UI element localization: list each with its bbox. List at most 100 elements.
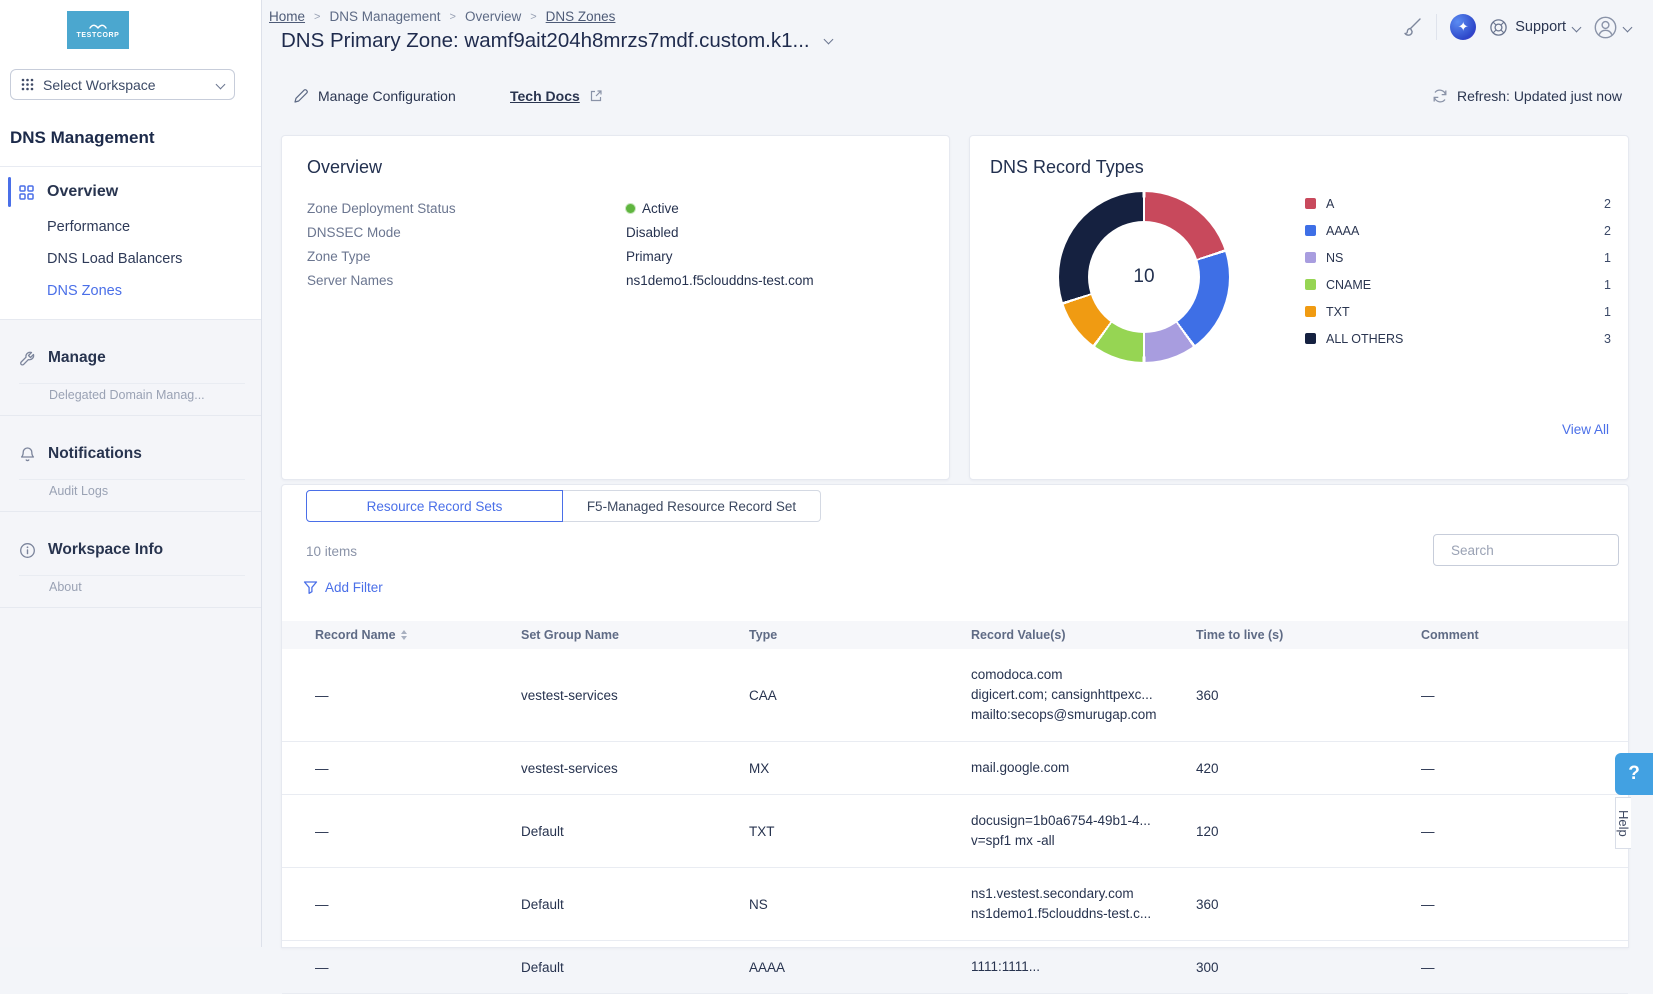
legend-swatch	[1305, 225, 1316, 236]
field-zone-type: Zone Type Primary	[282, 244, 949, 268]
ai-assistant-button[interactable]: ✦	[1450, 14, 1476, 40]
manage-configuration-button[interactable]: Manage Configuration	[293, 88, 456, 104]
help-tab[interactable]: Help	[1615, 797, 1631, 849]
sidebar-item-sublabel: Audit Logs	[49, 484, 245, 498]
tab-resource-record-sets[interactable]: Resource Record Sets	[306, 490, 563, 522]
column-header-record-name[interactable]: Record Name	[315, 628, 521, 642]
cell-record-name: —	[315, 761, 521, 776]
cell-set-group-name: Default	[521, 960, 749, 975]
add-filter-button[interactable]: Add Filter	[303, 580, 383, 595]
legend-item-cname[interactable]: CNAME1	[1305, 271, 1611, 298]
legend-count: 1	[1604, 305, 1611, 319]
cell-record-name: —	[315, 688, 521, 703]
breadcrumb-item[interactable]: DNS Management	[329, 9, 440, 24]
logo-text: TESTCORP	[77, 32, 120, 39]
legend-item-all-others[interactable]: ALL OTHERS3	[1305, 325, 1611, 352]
bird-logo-icon	[88, 22, 108, 30]
legend-item-a[interactable]: A2	[1305, 190, 1611, 217]
cell-ttl: 360	[1196, 897, 1421, 912]
search-input[interactable]	[1451, 543, 1628, 558]
column-header-set-group-name: Set Group Name	[521, 628, 749, 642]
refresh-icon	[1432, 88, 1448, 104]
user-menu[interactable]	[1593, 15, 1631, 40]
cell-comment: —	[1421, 897, 1628, 912]
chevron-down-icon	[216, 80, 226, 90]
overview-grid-icon	[19, 185, 34, 200]
sidebar-item-notifications[interactable]: Notifications Audit Logs	[0, 415, 261, 511]
cell-comment: —	[1421, 824, 1628, 839]
column-header-comment: Comment	[1421, 628, 1628, 642]
cell-record-values: 1111:1111...	[971, 957, 1196, 977]
sidebar: TESTCORP Select Workspace DNS Management…	[0, 0, 262, 947]
legend-count: 1	[1604, 251, 1611, 265]
cell-comment: —	[1421, 761, 1628, 776]
cell-record-values: comodoca.comdigicert.com; cansignhttpexc…	[971, 665, 1196, 725]
sidebar-item-overview[interactable]: Overview	[0, 173, 261, 211]
cell-record-values: ns1.vestest.secondary.comns1demo1.f5clou…	[971, 884, 1196, 924]
page-title: DNS Primary Zone: wamf9ait204h8mrzs7mdf.…	[281, 29, 832, 53]
breadcrumb-separator: >	[530, 11, 536, 23]
cell-record-name: —	[315, 824, 521, 839]
legend-swatch	[1305, 306, 1316, 317]
sidebar-item-dns-load-balancers[interactable]: DNS Load Balancers	[0, 243, 261, 275]
legend-count: 2	[1604, 224, 1611, 238]
table-row[interactable]: —vestest-servicesMXmail.google.com420—	[282, 742, 1628, 795]
bell-icon	[19, 446, 36, 463]
support-menu[interactable]: Support	[1489, 18, 1580, 37]
tab-f5-managed-resource-record-set[interactable]: F5-Managed Resource Record Set	[563, 490, 821, 522]
overview-card-title: Overview	[307, 157, 949, 178]
cell-type: TXT	[749, 824, 971, 839]
help-question-button[interactable]: ?	[1615, 753, 1653, 795]
legend-item-ns[interactable]: NS1	[1305, 244, 1611, 271]
workspace-selector[interactable]: Select Workspace	[10, 69, 235, 100]
sidebar-item-label: Notifications	[48, 445, 142, 463]
records-panel: Resource Record Sets F5-Managed Resource…	[281, 484, 1629, 948]
support-icon	[1489, 18, 1508, 37]
sidebar-item-label: Manage	[48, 349, 106, 367]
table-row[interactable]: —DefaultNSns1.vestest.secondary.comns1de…	[282, 868, 1628, 941]
legend-label: A	[1326, 197, 1334, 211]
search-box[interactable]	[1433, 534, 1619, 566]
brush-icon[interactable]	[1401, 16, 1423, 38]
cell-set-group-name: vestest-services	[521, 688, 749, 703]
breadcrumb-item[interactable]: Overview	[465, 9, 521, 24]
cell-record-name: —	[315, 897, 521, 912]
tech-docs-link[interactable]: Tech Docs	[510, 88, 603, 104]
legend-swatch	[1305, 252, 1316, 263]
sidebar-item-manage[interactable]: Manage Delegated Domain Manag...	[0, 319, 261, 415]
filter-funnel-icon	[303, 580, 318, 595]
legend-item-aaaa[interactable]: AAAA 2	[1305, 217, 1611, 244]
support-label: Support	[1515, 19, 1566, 35]
avatar-icon	[1593, 15, 1618, 40]
breadcrumb-item[interactable]: DNS Zones	[546, 9, 616, 24]
sidebar-item-label: Workspace Info	[48, 541, 163, 559]
column-header-record-values: Record Value(s)	[971, 628, 1196, 642]
refresh-button[interactable]: Refresh: Updated just now	[1432, 88, 1622, 104]
field-server-names: Server Names ns1demo1.f5clouddns-test.co…	[282, 268, 949, 292]
sidebar-filler	[0, 607, 261, 947]
sidebar-item-workspace-info[interactable]: Workspace Info About	[0, 511, 261, 607]
legend-label: AAAA	[1326, 224, 1359, 238]
title-chevron-down-icon[interactable]	[823, 35, 833, 45]
field-dnssec-mode: DNSSEC Mode Disabled	[282, 220, 949, 244]
sidebar-item-dns-zones[interactable]: DNS Zones	[0, 275, 261, 307]
table-header: Record Name Set Group Name Type Record V…	[282, 621, 1628, 649]
legend-item-txt[interactable]: TXT 1	[1305, 298, 1611, 325]
table-row[interactable]: —vestest-servicesCAAcomodoca.comdigicert…	[282, 649, 1628, 742]
table-row[interactable]: —DefaultAAAA1111:1111...300—	[282, 941, 1628, 994]
chevron-down-icon	[1572, 22, 1582, 32]
sidebar-item-performance[interactable]: Performance	[0, 211, 261, 243]
sort-icon[interactable]	[401, 630, 407, 640]
chart-card-title: DNS Record Types	[990, 157, 1628, 178]
chevron-down-icon	[1623, 22, 1633, 32]
cell-comment: —	[1421, 688, 1628, 703]
view-all-link[interactable]: View All	[1562, 422, 1609, 437]
breadcrumb-item[interactable]: Home	[269, 9, 305, 24]
sidebar-item-label: Overview	[47, 183, 118, 201]
table-row[interactable]: —DefaultTXTdocusign=1b0a6754-49b1-4...v=…	[282, 795, 1628, 868]
legend-label: CNAME	[1326, 278, 1371, 292]
cell-comment: —	[1421, 960, 1628, 975]
legend-label: TXT	[1326, 305, 1350, 319]
breadcrumb-separator: >	[450, 11, 456, 23]
column-header-ttl: Time to live (s)	[1196, 628, 1421, 642]
